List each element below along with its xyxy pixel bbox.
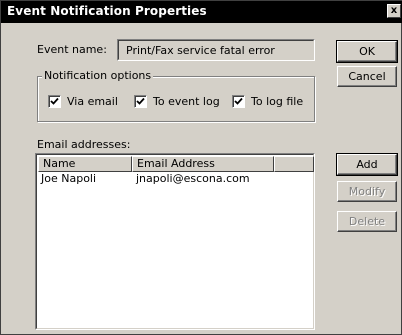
close-icon: x (390, 5, 398, 16)
column-header-name[interactable]: Name (38, 156, 132, 172)
list-header: Name Email Address (38, 156, 314, 172)
window-title: Event Notification Properties (7, 4, 207, 18)
modify-button[interactable]: Modify (337, 181, 397, 202)
notification-options-group: Notification options Via email To event … (37, 69, 315, 122)
checkmark-icon (234, 97, 243, 105)
checkbox-box (134, 95, 147, 108)
table-row[interactable]: Joe Napoli jnapoli@escona.com (38, 172, 312, 185)
cancel-button[interactable]: Cancel (337, 66, 397, 87)
title-bar: Event Notification Properties x (1, 1, 402, 23)
to-event-log-label: To event log (153, 95, 220, 108)
to-log-file-label: To log file (251, 95, 304, 108)
checkbox-box (48, 95, 61, 108)
event-notification-dialog: Event Notification Properties x Event na… (0, 0, 402, 335)
to-event-log-checkbox[interactable]: To event log (134, 95, 224, 109)
event-name-label: Event name: (37, 43, 107, 56)
checkbox-box (232, 95, 245, 108)
via-email-label: Via email (67, 95, 118, 108)
email-addresses-label: Email addresses: (37, 138, 131, 151)
row-name-cell: Joe Napoli (41, 172, 97, 185)
ok-button[interactable]: OK (336, 40, 398, 63)
column-header-email-address[interactable]: Email Address (132, 156, 274, 172)
event-name-field: Print/Fax service fatal error (117, 39, 315, 61)
column-header-empty[interactable] (274, 156, 314, 172)
email-address-list[interactable]: Name Email Address Joe Napoli jnapoli@es… (35, 153, 315, 330)
checkmark-icon (136, 97, 145, 105)
delete-button[interactable]: Delete (337, 211, 397, 232)
close-button[interactable]: x (387, 4, 401, 18)
notification-options-legend: Notification options (42, 69, 154, 82)
row-email-cell: jnapoli@escona.com (136, 172, 250, 185)
checkmark-icon (50, 97, 59, 105)
add-button[interactable]: Add (336, 153, 398, 176)
via-email-checkbox[interactable]: Via email (48, 95, 128, 109)
to-log-file-checkbox[interactable]: To log file (232, 95, 312, 109)
event-name-value: Print/Fax service fatal error (126, 44, 275, 57)
